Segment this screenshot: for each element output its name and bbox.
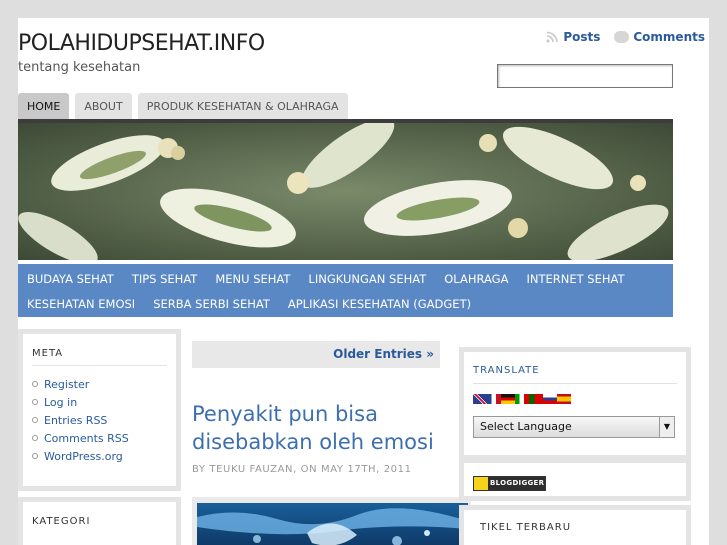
- site-title[interactable]: POLAHIDUPSEHAT.INFO: [18, 31, 265, 56]
- posts-feed-label: Posts: [563, 30, 601, 44]
- category-nav: BUDAYA SEHAT TIPS SEHAT MENU SEHAT LINGK…: [18, 264, 673, 317]
- category-budaya-sehat[interactable]: BUDAYA SEHAT: [27, 272, 114, 286]
- flag-russia-icon[interactable]: [543, 394, 557, 404]
- meta-comments-rss-link[interactable]: Comments RSS: [32, 429, 129, 447]
- category-kesehatan-emosi[interactable]: KESEHATAN EMOSI: [27, 297, 135, 311]
- blogdigger-badge[interactable]: BLOGDIGGER: [473, 476, 546, 491]
- older-entries-link[interactable]: Older Entries »: [333, 347, 434, 361]
- blogdigger-logo-icon: [474, 477, 488, 490]
- posts-feed-link[interactable]: Posts: [545, 30, 600, 44]
- category-internet-sehat[interactable]: INTERNET SEHAT: [526, 272, 624, 286]
- comments-feed-link[interactable]: Comments: [614, 30, 705, 44]
- meta-register-link[interactable]: Register: [32, 375, 129, 393]
- flag-france-icon[interactable]: [487, 394, 501, 404]
- category-serba-serbi-sehat[interactable]: SERBA SERBI SEHAT: [153, 297, 270, 311]
- category-lingkungan-sehat[interactable]: LINGKUNGAN SEHAT: [308, 272, 426, 286]
- search-input[interactable]: [497, 64, 673, 88]
- meta-list: Register Log in Entries RSS Comments RSS…: [32, 375, 129, 465]
- post-meta: BY TEUKU FAUZAN, ON MAY 17TH, 2011: [192, 464, 412, 475]
- chevron-down-icon: ▼: [659, 417, 674, 437]
- artikel-terbaru-widget: TIKEL TERBARU: [459, 505, 691, 545]
- meta-widget: META Register Log in Entries RSS Comment…: [18, 329, 181, 491]
- category-menu-sehat[interactable]: MENU SEHAT: [215, 272, 290, 286]
- feed-links: Posts Comments: [545, 30, 705, 44]
- flag-italy-icon[interactable]: [515, 394, 529, 404]
- kategori-widget-title: KATEGORI: [32, 516, 91, 527]
- meta-entries-rss-link[interactable]: Entries RSS: [32, 411, 129, 429]
- flag-uk-icon[interactable]: [473, 394, 487, 404]
- language-select-value: Select Language: [480, 420, 572, 433]
- tab-about[interactable]: ABOUT: [75, 93, 132, 121]
- post-image: [197, 503, 468, 545]
- site-description: tentang kesehatan: [18, 60, 141, 75]
- comments-feed-label: Comments: [633, 30, 705, 44]
- divider: [32, 365, 167, 366]
- divider: [473, 383, 677, 384]
- header-banner-image: [18, 123, 673, 260]
- flag-portugal-icon[interactable]: [529, 394, 543, 404]
- tab-home[interactable]: HOME: [18, 93, 70, 121]
- rss-icon: [546, 31, 559, 43]
- comment-bubble-icon: [614, 31, 630, 43]
- tab-produk-kesehatan[interactable]: PRODUK KESEHATAN & OLAHRAGA: [137, 93, 348, 121]
- post-title[interactable]: Penyakit pun bisa disebabkan oleh emosi: [192, 400, 440, 456]
- translate-widget-title: TRANSLATE: [473, 365, 540, 376]
- main-nav-tabs: HOME ABOUT PRODUK KESEHATAN & OLAHRAGA: [18, 93, 348, 121]
- kategori-widget: KATEGORI: [18, 497, 181, 545]
- blogdigger-widget: BLOGDIGGER: [459, 458, 691, 501]
- older-entries-bar: Older Entries »: [192, 341, 440, 368]
- category-tips-sehat[interactable]: TIPS SEHAT: [132, 272, 198, 286]
- language-select[interactable]: Select Language ▼: [473, 416, 675, 438]
- meta-wordpress-link[interactable]: WordPress.org: [32, 447, 129, 465]
- meta-login-link[interactable]: Log in: [32, 393, 129, 411]
- meta-widget-title: META: [32, 348, 64, 359]
- artikel-terbaru-title: TIKEL TERBARU: [480, 522, 572, 533]
- language-flags: [473, 394, 571, 404]
- category-olahraga[interactable]: OLAHRAGA: [444, 272, 508, 286]
- translate-widget: TRANSLATE Select Language ▼: [459, 347, 691, 460]
- flag-germany-icon[interactable]: [501, 394, 515, 404]
- blogdigger-badge-label: BLOGDIGGER: [490, 479, 545, 487]
- flag-spain-icon[interactable]: [557, 394, 571, 404]
- category-aplikasi-kesehatan[interactable]: APLIKASI KESEHATAN (GADGET): [288, 297, 471, 311]
- post-image-frame: [192, 497, 471, 545]
